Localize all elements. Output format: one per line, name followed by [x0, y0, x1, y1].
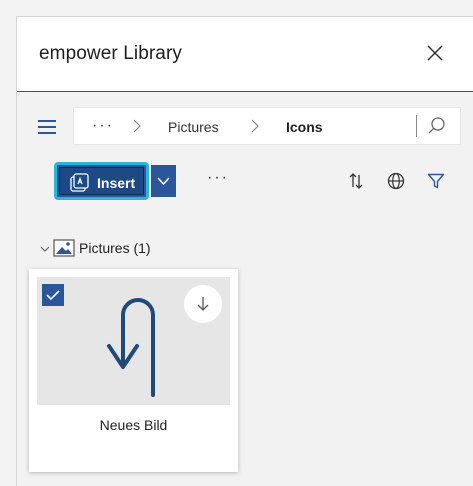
- picture-icon: [53, 239, 75, 257]
- breadcrumb: ··· Pictures Icons: [73, 107, 461, 145]
- divider: [416, 115, 417, 137]
- toolbar: Insert ···: [17, 159, 473, 203]
- panel-header: empower Library: [17, 17, 473, 92]
- library-panel: empower Library ··· Pictures Icons Inser…: [16, 16, 473, 486]
- panel-title: empower Library: [39, 43, 182, 64]
- insert-button-body: Insert: [59, 167, 144, 195]
- chevron-down-icon: [157, 177, 170, 186]
- navigation-bar: ··· Pictures Icons: [17, 103, 473, 151]
- insert-label: Insert: [97, 175, 136, 191]
- chevron-down-icon: [40, 246, 50, 252]
- more-options-button[interactable]: ···: [207, 169, 229, 187]
- download-button[interactable]: [184, 285, 222, 323]
- insert-picture-icon: [70, 173, 89, 192]
- close-icon[interactable]: [419, 37, 451, 69]
- item-thumbnail: [37, 277, 230, 405]
- breadcrumb-item-pictures[interactable]: Pictures: [168, 119, 219, 135]
- chevron-right-icon: [251, 119, 259, 133]
- breadcrumb-item-icons: Icons: [286, 119, 323, 135]
- download-arrow-icon: [197, 297, 209, 311]
- selection-checkbox[interactable]: [42, 284, 64, 306]
- insert-button[interactable]: Insert: [54, 162, 149, 200]
- item-name: Neues Bild: [99, 417, 168, 433]
- globe-icon[interactable]: [386, 171, 406, 191]
- filter-icon[interactable]: [426, 171, 446, 191]
- sort-icon[interactable]: [346, 171, 366, 191]
- library-item-card[interactable]: Neues Bild: [29, 269, 238, 472]
- checkmark-icon: [46, 290, 60, 301]
- insert-dropdown-button[interactable]: [151, 165, 176, 197]
- group-label: Pictures (1): [79, 240, 151, 256]
- breadcrumb-overflow[interactable]: ···: [92, 117, 114, 135]
- search-icon[interactable]: [426, 115, 448, 137]
- hamburger-icon[interactable]: [35, 116, 59, 138]
- group-header-pictures[interactable]: Pictures (1): [39, 239, 179, 261]
- chevron-right-icon: [133, 119, 141, 133]
